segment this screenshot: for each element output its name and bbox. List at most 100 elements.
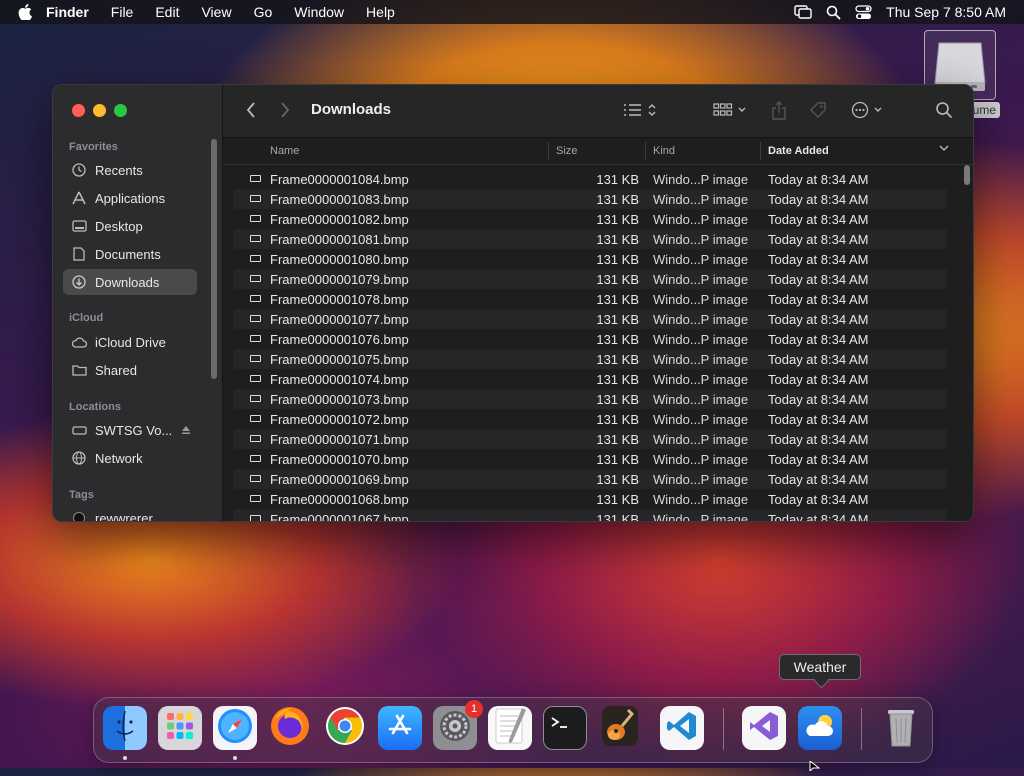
table-row[interactable]: Frame0000001067.bmp 131 KB Windo...P image… xyxy=(233,509,947,521)
table-row[interactable]: Frame0000001069.bmp 131 KB Windo...P image… xyxy=(233,469,947,489)
dock-separator xyxy=(861,708,862,750)
sidebar-item-label: Recents xyxy=(95,162,143,178)
table-row[interactable]: Frame0000001072.bmp 131 KB Windo...P image… xyxy=(233,409,947,429)
table-row[interactable]: Frame0000001080.bmp 131 KB Windo...P image… xyxy=(233,249,947,269)
forward-button[interactable] xyxy=(279,101,291,119)
dock-garageband[interactable] xyxy=(598,705,642,750)
spotlight-search-icon[interactable] xyxy=(826,5,841,20)
dock-finder[interactable] xyxy=(103,706,147,750)
dock-visual-studio[interactable] xyxy=(742,706,786,750)
menu-file[interactable]: File xyxy=(111,4,134,20)
apple-menu-icon[interactable] xyxy=(18,4,34,20)
file-kind: Windo...P image xyxy=(653,252,749,267)
table-row[interactable]: Frame0000001082.bmp 131 KB Windo...P image… xyxy=(233,209,947,229)
menu-app-name[interactable]: Finder xyxy=(46,4,89,20)
table-row[interactable]: Frame0000001083.bmp 131 KB Windo...P image… xyxy=(233,189,947,209)
dock-system-settings[interactable]: 1 xyxy=(433,700,483,750)
sidebar-item-icloud-drive[interactable]: iCloud Drive xyxy=(63,329,197,355)
running-indicator xyxy=(123,756,127,760)
dock-safari[interactable] xyxy=(213,706,257,750)
sidebar-item-network[interactable]: Network xyxy=(63,445,197,471)
sidebar-item-documents[interactable]: Documents xyxy=(63,241,197,267)
menu-help[interactable]: Help xyxy=(366,4,395,20)
close-button[interactable] xyxy=(72,104,85,117)
sidebar-header-tags: Tags xyxy=(69,489,94,501)
dock-chrome[interactable] xyxy=(323,706,367,750)
menu-go[interactable]: Go xyxy=(254,4,273,20)
table-row[interactable]: Frame0000001070.bmp 131 KB Windo...P image… xyxy=(233,449,947,469)
menu-window[interactable]: Window xyxy=(294,4,344,20)
menu-view[interactable]: View xyxy=(201,4,231,20)
back-button[interactable] xyxy=(245,101,257,119)
dock-launchpad[interactable] xyxy=(158,706,202,750)
column-name[interactable]: Name xyxy=(270,145,299,157)
dock-tooltip: Weather xyxy=(779,654,861,680)
globe-icon xyxy=(71,450,87,466)
file-name: Frame0000001073.bmp xyxy=(270,392,409,407)
sidebar-item-tag[interactable]: rewwrerer xyxy=(63,505,197,522)
sidebar-item-applications[interactable]: Applications xyxy=(63,185,197,211)
menu-clock[interactable]: Thu Sep 7 8:50 AM xyxy=(886,4,1006,20)
table-row[interactable]: Frame0000001079.bmp 131 KB Windo...P image… xyxy=(233,269,947,289)
dock-weather[interactable] xyxy=(798,706,842,750)
minimize-button[interactable] xyxy=(93,104,106,117)
group-by-button[interactable] xyxy=(713,101,749,119)
dock-app-store[interactable] xyxy=(378,706,422,750)
sidebar-item-downloads[interactable]: Downloads xyxy=(63,269,197,295)
file-size: 131 KB xyxy=(596,252,639,267)
column-date-added[interactable]: Date Added xyxy=(768,145,829,157)
tag-icon[interactable] xyxy=(809,101,827,119)
zoom-button[interactable] xyxy=(114,104,127,117)
menu-edit[interactable]: Edit xyxy=(155,4,179,20)
sidebar-item-label: Applications xyxy=(95,190,166,206)
sidebar-item-label: Desktop xyxy=(95,218,143,234)
control-center-icon[interactable] xyxy=(855,4,872,20)
file-size: 131 KB xyxy=(596,372,639,387)
dock: 1 xyxy=(93,697,933,763)
eject-icon[interactable] xyxy=(181,423,191,438)
bmp-file-icon xyxy=(250,495,261,502)
table-row[interactable]: Frame0000001068.bmp 131 KB Windo...P image… xyxy=(233,489,947,509)
sidebar-item-desktop[interactable]: Desktop xyxy=(63,213,197,239)
window-title: Downloads xyxy=(311,101,392,118)
list-view-button[interactable] xyxy=(623,101,659,119)
sidebar-header-locations: Locations xyxy=(69,401,121,413)
table-row[interactable]: Frame0000001076.bmp 131 KB Windo...P image… xyxy=(233,329,947,349)
dock-terminal[interactable] xyxy=(543,706,587,750)
table-row[interactable]: Frame0000001074.bmp 131 KB Windo...P image… xyxy=(233,369,947,389)
sidebar-item-swtsg-volume[interactable]: SWTSG Vo... xyxy=(63,417,197,443)
table-row[interactable]: Frame0000001084.bmp 131 KB Windo...P image… xyxy=(233,169,947,189)
dock-vscode[interactable] xyxy=(660,706,704,750)
dock-firefox[interactable] xyxy=(268,706,312,750)
column-size[interactable]: Size xyxy=(556,145,577,157)
table-row[interactable]: Frame0000001073.bmp 131 KB Windo...P image… xyxy=(233,389,947,409)
drive-icon xyxy=(71,422,87,438)
file-list-scrollbar[interactable] xyxy=(964,165,970,185)
table-row[interactable]: Frame0000001075.bmp 131 KB Windo...P image… xyxy=(233,349,947,369)
file-size: 131 KB xyxy=(596,352,639,367)
file-date-added: Today at 8:34 AM xyxy=(768,352,869,367)
sort-chevron-icon[interactable] xyxy=(939,143,949,156)
table-row[interactable]: Frame0000001078.bmp 131 KB Windo...P image… xyxy=(233,289,947,309)
sidebar-item-label: rewwrerer xyxy=(95,510,153,522)
share-icon[interactable] xyxy=(771,101,787,121)
file-size: 131 KB xyxy=(596,192,639,207)
table-row[interactable]: Frame0000001077.bmp 131 KB Windo...P image… xyxy=(233,309,947,329)
table-row[interactable]: Frame0000001071.bmp 131 KB Windo...P image… xyxy=(233,429,947,449)
table-row[interactable]: Frame0000001081.bmp 131 KB Windo...P image… xyxy=(233,229,947,249)
sidebar-item-recents[interactable]: Recents xyxy=(63,157,197,183)
dock-textedit[interactable] xyxy=(488,706,532,750)
file-name: Frame0000001068.bmp xyxy=(270,492,409,507)
column-kind[interactable]: Kind xyxy=(653,145,675,157)
sidebar-scrollbar[interactable] xyxy=(211,139,217,379)
more-actions-button[interactable] xyxy=(851,101,887,119)
screen-mirroring-icon[interactable] xyxy=(794,5,812,19)
sidebar-item-shared[interactable]: Shared xyxy=(63,357,197,383)
search-icon[interactable] xyxy=(935,101,953,119)
file-date-added: Today at 8:34 AM xyxy=(768,472,869,487)
sidebar-item-label: SWTSG Vo... xyxy=(95,422,173,438)
bmp-file-icon xyxy=(250,175,261,182)
file-name: Frame0000001074.bmp xyxy=(270,372,409,387)
vscode-icon xyxy=(666,710,698,747)
dock-trash[interactable] xyxy=(879,706,923,750)
